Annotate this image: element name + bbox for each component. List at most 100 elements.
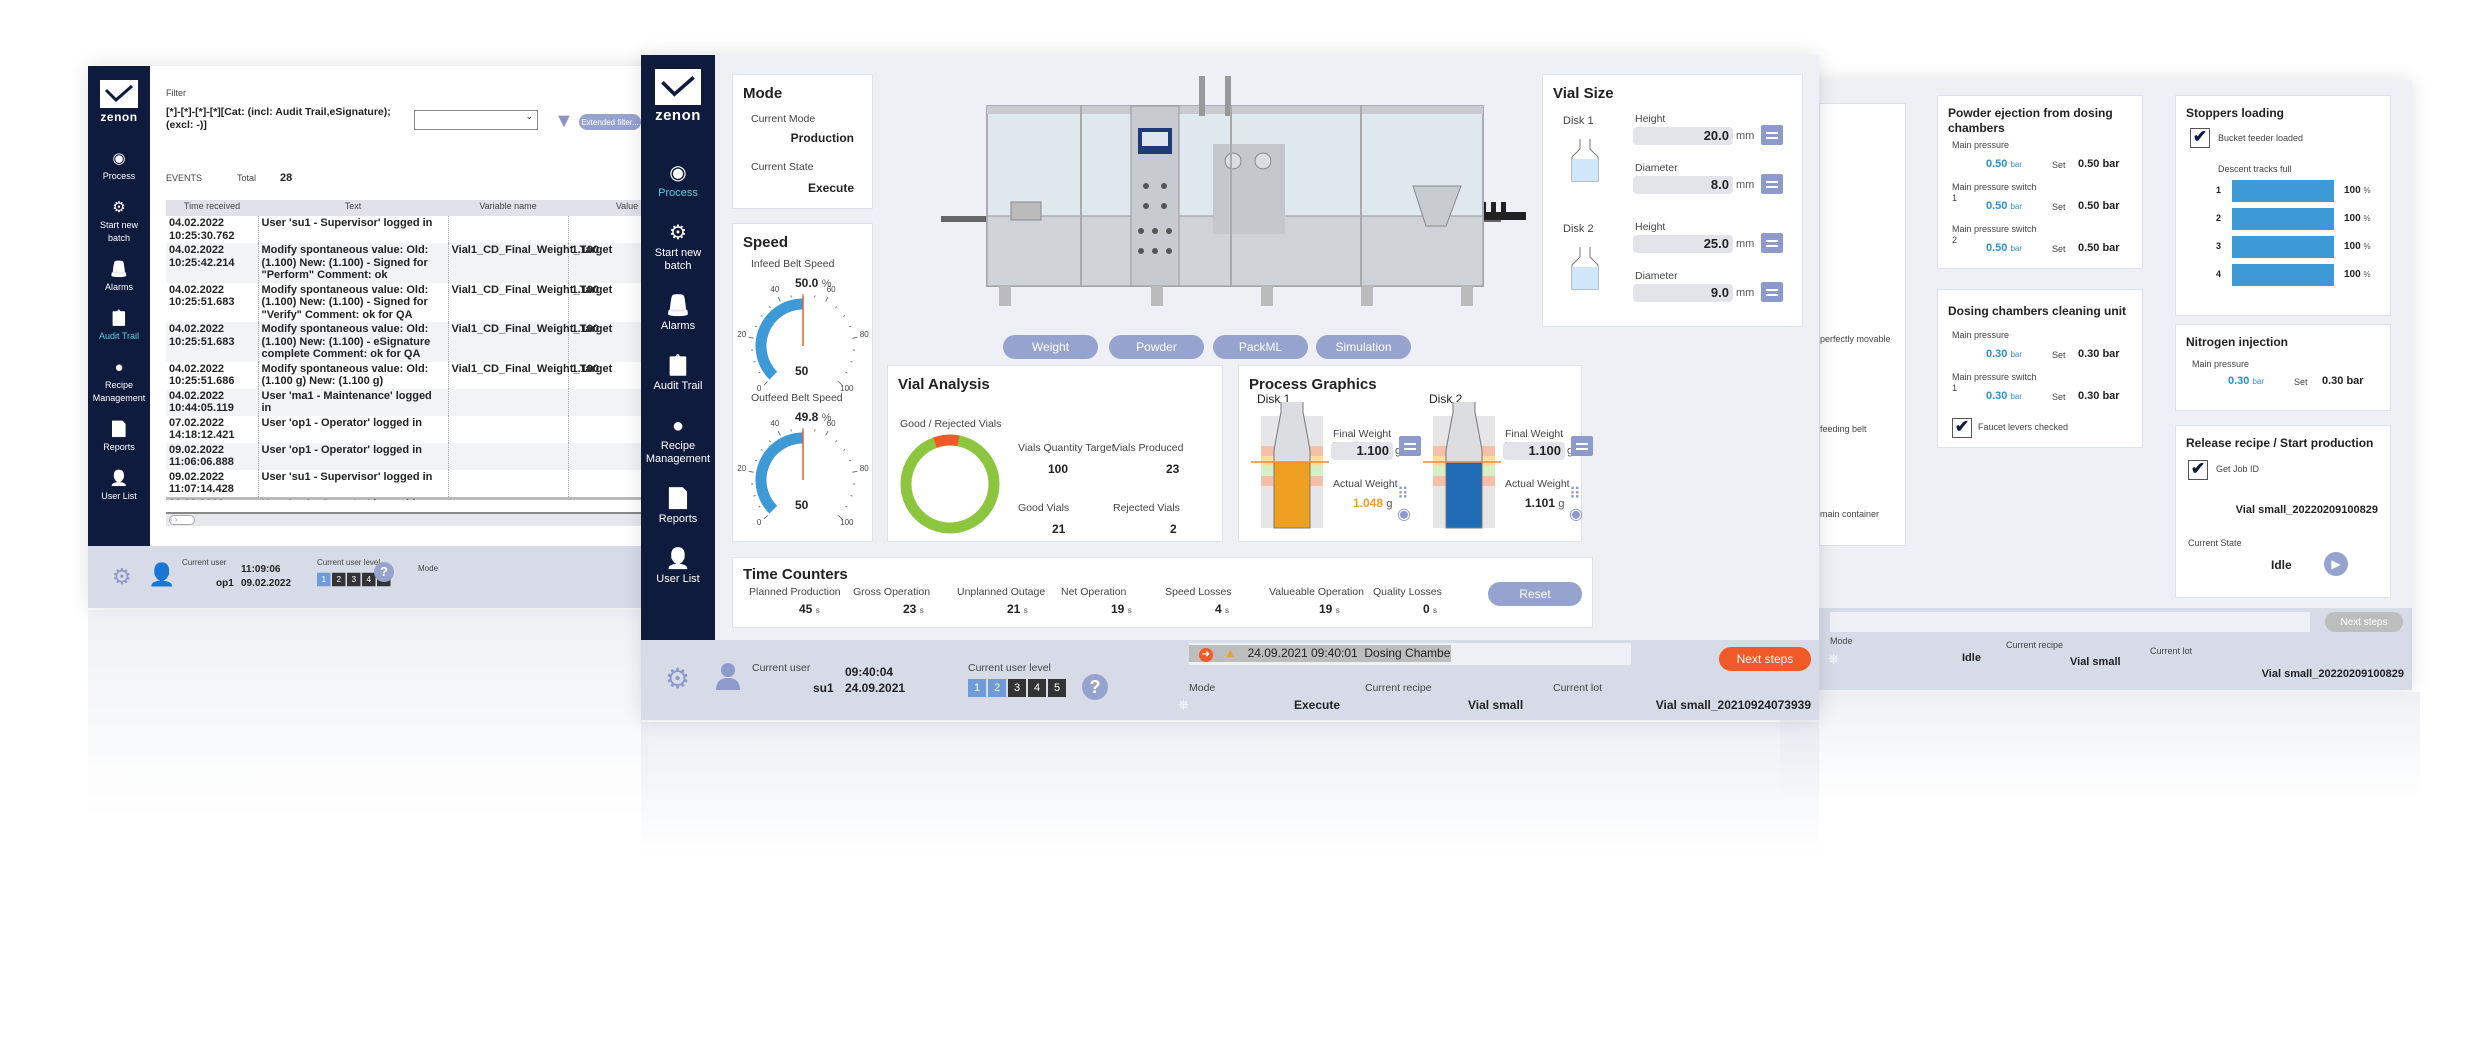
track-fill — [2232, 236, 2334, 258]
help-icon[interactable]: ? — [1082, 674, 1108, 700]
sidebar-item-recipe-management[interactable]: ● Recipe Management — [643, 415, 713, 466]
table-row[interactable]: 04.02.2022 10:25:51.683 Modify spontaneou… — [166, 282, 686, 322]
lot-value: Vial small_20220209100829 — [2261, 668, 2404, 680]
sidebar-item-user-list[interactable]: 👤 User List — [643, 548, 713, 586]
height-field[interactable]: 20.0 — [1633, 127, 1733, 145]
user-level-2: 2 — [988, 679, 1006, 697]
belt-speed-gauge: Outfeed Belt Speed 49.8 % 0 20 40 60 80 100 50 — [733, 380, 874, 530]
get-job-id-checkbox[interactable]: ✔ — [2188, 460, 2208, 480]
table-row[interactable]: 07.02.2022 14:18:12.421 User 'op1 - Opera… — [166, 415, 686, 443]
final-weight-target-field[interactable]: 1.100 — [1331, 442, 1393, 460]
alarm-line[interactable]: ➜ ▲ 24.09.2021 09:40:01 Dosing Chamber H… — [1189, 645, 1451, 662]
help-icon[interactable]: ? — [374, 562, 394, 582]
user-level-label: Current user level — [317, 558, 381, 567]
speed-card: Speed Infeed Belt Speed 50.0 % 0 20 40 60 80 10… — [732, 223, 873, 542]
cell-time: 04.02.2022 10:25:30.762 — [166, 216, 259, 243]
edit-clipboard-icon[interactable] — [1761, 174, 1783, 194]
unit: bar — [2010, 160, 2023, 169]
bucket-feeder-checkbox[interactable]: ✔ — [2190, 128, 2210, 148]
table-row[interactable]: 09.02.2022 11:07:20.436User 'op1 - Opera… — [166, 496, 686, 500]
view-button-weight[interactable]: Weight — [1003, 335, 1098, 359]
recipe-icon: ● — [114, 359, 124, 376]
set-value: 0.30 bar — [2078, 348, 2120, 360]
gauge-tick — [754, 325, 757, 328]
faucet-checkbox[interactable]: ✔ — [1952, 418, 1972, 438]
sidebar-item-start-new-batch[interactable]: ⚙ Start new batch — [643, 222, 713, 273]
column-header[interactable]: Time received — [166, 200, 258, 216]
reset-button[interactable]: Reset — [1488, 582, 1582, 606]
sidebar-item-reports[interactable]: 📄 Reports — [643, 488, 713, 526]
sidebar-item-audit-trail[interactable]: 📋 Audit Trail — [643, 355, 713, 393]
sidebar-item-user-list[interactable]: 👤 User List — [88, 470, 150, 503]
arrow-right-icon: ➜ — [1199, 648, 1213, 662]
user-level-2: 2 — [332, 572, 346, 587]
track-number: 1 — [2216, 185, 2222, 195]
next-steps-button[interactable]: Next steps — [2325, 612, 2403, 632]
sidebar-item-recipe-management[interactable]: ● Recipe Management — [88, 359, 150, 405]
final-weight-target-field[interactable]: 1.100 — [1503, 442, 1565, 460]
view-button-simulation[interactable]: Simulation — [1316, 335, 1411, 359]
edit-clipboard-icon[interactable] — [1761, 125, 1783, 145]
unit: % — [2363, 270, 2371, 279]
column-header[interactable]: Text — [258, 200, 448, 216]
cell-text: User 'op1 - Operator' logged in — [258, 442, 449, 470]
gauge-tick — [835, 306, 838, 309]
edit-clipboard-icon[interactable] — [1761, 233, 1783, 253]
table-row[interactable]: 09.02.2022 11:07:14.428 User 'su1 - Super… — [166, 469, 686, 497]
height-label: Height — [1635, 113, 1666, 125]
cell-text: User 'su1 - Supervisor' logged in — [258, 469, 449, 497]
sidebar-item-process[interactable]: ◉ Process — [88, 150, 150, 183]
keypad-eye-icon[interactable]: ⠿ ◉ — [1569, 484, 1583, 524]
sidebar-item-audit-trail[interactable]: 📋 Audit Trail — [88, 310, 150, 343]
alarm-light-icon: 🚨 — [109, 261, 129, 278]
clock-time: 11:09:06 — [241, 564, 281, 575]
sidebar-item-reports[interactable]: 📄 Reports — [88, 421, 150, 454]
table-row[interactable]: 04.02.2022 10:25:51.683 Modify spontaneou… — [166, 322, 686, 362]
cell-text: Modify spontaneous value: Old: (1.100) N… — [258, 322, 449, 362]
filter-combo[interactable]: ⌄ — [414, 110, 538, 130]
set-label: Set — [2052, 160, 2066, 170]
edit-clipboard-icon[interactable] — [1761, 282, 1783, 302]
view-button-packml[interactable]: PackML — [1213, 335, 1308, 359]
sidebar-item-start-new-batch[interactable]: ⚙ Start new batch — [88, 199, 150, 245]
edit-clipboard-icon[interactable] — [1571, 436, 1593, 456]
alarm-line — [1830, 612, 2310, 632]
sidebar-item-process[interactable]: ◉ Process — [643, 162, 713, 200]
column-header[interactable]: Variable name — [448, 200, 568, 216]
track-fill-bar — [2232, 264, 2334, 286]
track-fill-bar — [2232, 180, 2334, 202]
cell-text: User 'op1 - Operator' logged in — [258, 415, 449, 443]
qty-target-label: Vials Quantity Target — [1018, 442, 1115, 454]
user-level-3: 3 — [1008, 679, 1026, 697]
sidebar-item-alarms[interactable]: 🚨 Alarms — [88, 261, 150, 294]
sidebar-item-alarms[interactable]: 🚨 Alarms — [643, 295, 713, 333]
vial-fill-level — [1273, 461, 1311, 529]
card-title: Vial Size — [1553, 85, 1614, 102]
view-button-powder[interactable]: Powder — [1109, 335, 1204, 359]
table-row[interactable]: 09.02.2022 11:06:06.888 User 'op1 - Opera… — [166, 442, 686, 470]
horizontal-scrollbar[interactable]: ‹ › — [166, 512, 666, 526]
extended-filter-button[interactable]: Extended filter... — [579, 114, 641, 130]
diameter-field[interactable]: 8.0 — [1633, 176, 1733, 194]
filter-expression: [*]-[*]-[*]-[*][Cat: (incl: Audit Trail,… — [166, 106, 391, 131]
next-steps-button[interactable]: Next steps — [1719, 647, 1811, 671]
table-row[interactable]: 04.02.2022 10:25:30.762 User 'su1 - Super… — [166, 216, 686, 243]
table-row[interactable]: 04.02.2022 10:25:42.214 Modify spontaneou… — [166, 243, 686, 283]
clock-time: 09:40:04 — [845, 665, 894, 679]
height-field[interactable]: 25.0 — [1633, 235, 1733, 253]
keypad-eye-icon[interactable]: ⠿ ◉ — [1397, 484, 1411, 524]
settings-gear-icon[interactable]: ⚙ — [112, 564, 132, 590]
play-button[interactable]: ▶ — [2324, 552, 2348, 576]
cell-var — [448, 388, 569, 416]
table-row[interactable]: 04.02.2022 10:25:51.686 Modify spontaneou… — [166, 361, 686, 389]
funnel-icon[interactable]: ▼ — [554, 110, 574, 133]
settings-gear-icon[interactable]: ⚙ — [665, 662, 690, 695]
counter-value: 23 s — [903, 602, 924, 616]
unit: s — [1127, 606, 1132, 615]
edit-clipboard-icon[interactable] — [1399, 436, 1421, 456]
diameter-field[interactable]: 9.0 — [1633, 284, 1733, 302]
cell-var: Vial1_CD_Final_Weight_Target — [448, 282, 612, 322]
release-recipe-card: Release recipe / Start production ✔ Get … — [2175, 425, 2391, 598]
table-row[interactable]: 04.02.2022 10:44:05.119 User 'ma1 - Maint… — [166, 388, 686, 416]
gauge-tick — [845, 505, 848, 508]
